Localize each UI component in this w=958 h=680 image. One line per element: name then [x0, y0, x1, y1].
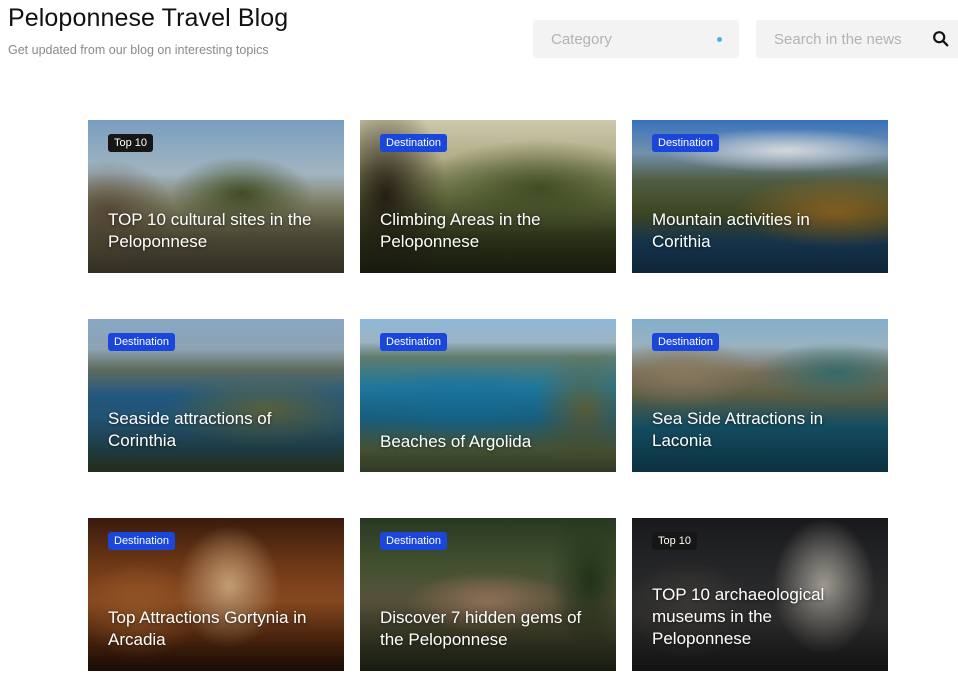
card-badge: Top 10 — [652, 532, 698, 550]
blog-card[interactable]: Top 10 TOP 10 cultural sites in the Pelo… — [88, 120, 344, 273]
blog-card[interactable]: Destination Beaches of Argolida — [360, 319, 616, 472]
search-input[interactable] — [756, 20, 921, 58]
category-dropdown[interactable]: Category — [533, 20, 739, 58]
card-badge: Destination — [652, 134, 720, 152]
blog-card[interactable]: Destination Climbing Areas in the Pelopo… — [360, 120, 616, 273]
blog-card[interactable]: Destination Sea Side Attractions in Laco… — [632, 319, 888, 472]
card-badge: Destination — [652, 333, 720, 351]
blog-card[interactable]: Destination Seaside attractions of Corin… — [88, 319, 344, 472]
card-badge: Destination — [380, 134, 448, 152]
card-title: TOP 10 cultural sites in the Peloponnese — [108, 210, 312, 251]
card-badge: Destination — [108, 333, 176, 351]
card-title: Mountain activities in Corithia — [652, 210, 810, 251]
card-title: Climbing Areas in the Peloponnese — [380, 210, 541, 251]
blog-card[interactable]: Destination Mountain activities in Corit… — [632, 120, 888, 273]
card-title: Discover 7 hidden gems of the Peloponnes… — [380, 608, 582, 649]
blog-card[interactable]: Destination Discover 7 hidden gems of th… — [360, 518, 616, 671]
category-placeholder: Category — [551, 30, 612, 48]
card-title: Seaside attractions of Corinthia — [108, 409, 272, 450]
search-box — [756, 20, 958, 58]
page-title: Peloponnese Travel Blog — [8, 4, 289, 32]
card-badge: Destination — [108, 532, 176, 550]
blog-card[interactable]: Destination Top Attractions Gortynia in … — [88, 518, 344, 671]
search-icon[interactable] — [932, 30, 950, 48]
card-badge: Destination — [380, 333, 448, 351]
blog-card[interactable]: Top 10 TOP 10 archaeological museums in … — [632, 518, 888, 671]
card-title: TOP 10 archaeological museums in the Pel… — [652, 585, 825, 648]
card-title: Top Attractions Gortynia in Arcadia — [108, 608, 307, 649]
card-badge: Destination — [380, 532, 448, 550]
page-subtitle: Get updated from our blog on interesting… — [8, 43, 269, 57]
dropdown-dot-icon — [717, 37, 722, 42]
card-badge: Top 10 — [108, 134, 154, 152]
card-title: Sea Side Attractions in Laconia — [652, 409, 824, 450]
card-title: Beaches of Argolida — [380, 432, 532, 451]
